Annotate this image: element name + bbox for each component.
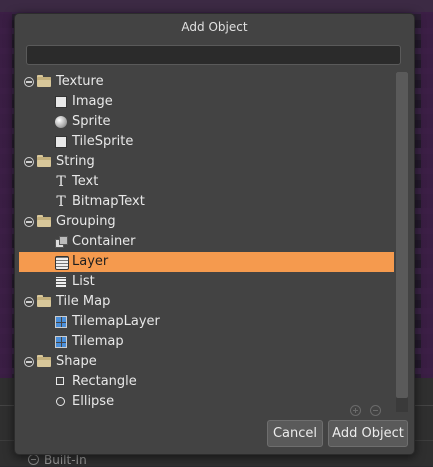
tilemap-layer-icon bbox=[55, 316, 67, 328]
tree-item-label: List bbox=[72, 274, 95, 289]
tree-item-label: TilemapLayer bbox=[72, 314, 160, 329]
scrollbar-thumb[interactable] bbox=[396, 72, 408, 398]
background-toolbar bbox=[0, 0, 433, 12]
tree-item-label: Sprite bbox=[72, 114, 111, 129]
tree-folder-label: Shape bbox=[56, 354, 97, 369]
tree-item-label: TileSprite bbox=[72, 134, 134, 149]
cancel-button[interactable]: Cancel bbox=[267, 420, 323, 447]
container-icon bbox=[55, 236, 68, 248]
builtin-label: Built-In bbox=[44, 453, 87, 467]
tree-item-label: Tilemap bbox=[72, 334, 124, 349]
zoom-out-icon[interactable] bbox=[370, 405, 381, 416]
folder-icon bbox=[37, 295, 51, 307]
text-icon: T bbox=[56, 174, 66, 190]
tree-item-layer[interactable]: Layer bbox=[19, 252, 394, 272]
tree-item-ellipse[interactable]: Ellipse bbox=[19, 392, 394, 412]
collapse-icon[interactable] bbox=[24, 157, 34, 167]
tree-item-image[interactable]: Image bbox=[19, 92, 394, 112]
layer-icon bbox=[55, 256, 69, 270]
builtin-section[interactable]: Built-In bbox=[28, 453, 87, 467]
tree-folder-label: Texture bbox=[56, 74, 104, 89]
image-icon bbox=[55, 96, 67, 108]
object-tree: Texture Image Sprite TileSprite String T… bbox=[19, 72, 395, 416]
tree-item-label: Container bbox=[72, 234, 136, 249]
tree-item-bitmaptext[interactable]: T BitmapText bbox=[19, 192, 394, 212]
tree-item-tilemap[interactable]: Tilemap bbox=[19, 332, 394, 352]
collapse-icon[interactable] bbox=[24, 217, 34, 227]
tree-folder-tile-map[interactable]: Tile Map bbox=[19, 292, 394, 312]
tree-item-tilesprite[interactable]: TileSprite bbox=[19, 132, 394, 152]
tree-folder-shape[interactable]: Shape bbox=[19, 352, 394, 372]
tree-folder-label: Grouping bbox=[56, 214, 116, 229]
collapse-icon bbox=[28, 454, 39, 465]
tree-item-text[interactable]: T Text bbox=[19, 172, 394, 192]
folder-icon bbox=[37, 155, 51, 167]
collapse-icon[interactable] bbox=[24, 77, 34, 87]
search-input[interactable] bbox=[26, 45, 401, 65]
tree-item-label: Text bbox=[72, 174, 99, 189]
tree-item-sprite[interactable]: Sprite bbox=[19, 112, 394, 132]
rectangle-icon bbox=[56, 377, 64, 385]
folder-icon bbox=[37, 75, 51, 87]
ellipse-icon bbox=[56, 397, 65, 406]
tree-item-label: Ellipse bbox=[72, 394, 115, 409]
tree-folder-label: Tile Map bbox=[56, 294, 111, 309]
tree-item-label: Image bbox=[72, 94, 113, 109]
tree-item-label: BitmapText bbox=[72, 194, 145, 209]
tilesprite-icon bbox=[55, 136, 67, 148]
tree-folder-texture[interactable]: Texture bbox=[19, 72, 394, 92]
dialog-title: Add Object bbox=[181, 20, 248, 34]
add-object-button[interactable]: Add Object bbox=[328, 420, 408, 447]
folder-icon bbox=[37, 215, 51, 227]
bitmaptext-icon: T bbox=[56, 194, 66, 210]
add-object-dialog: Add Object Texture Image Sprite TileSpri… bbox=[14, 13, 415, 455]
tree-item-label: Rectangle bbox=[72, 374, 137, 389]
tilemap-icon bbox=[55, 336, 67, 348]
sprite-icon bbox=[55, 116, 67, 128]
tree-folder-label: String bbox=[56, 154, 95, 169]
zoom-in-icon[interactable] bbox=[350, 405, 361, 416]
tree-item-label: Layer bbox=[72, 254, 109, 269]
collapse-icon[interactable] bbox=[24, 357, 34, 367]
tree-folder-grouping[interactable]: Grouping bbox=[19, 212, 394, 232]
tree-item-tilemaplayer[interactable]: TilemapLayer bbox=[19, 312, 394, 332]
tree-item-list[interactable]: List bbox=[19, 272, 394, 292]
tree-folder-string[interactable]: String bbox=[19, 152, 394, 172]
collapse-icon[interactable] bbox=[24, 297, 34, 307]
tree-item-container[interactable]: Container bbox=[19, 232, 394, 252]
folder-icon bbox=[37, 355, 51, 367]
list-icon bbox=[55, 276, 67, 288]
tree-item-rectangle[interactable]: Rectangle bbox=[19, 372, 394, 392]
